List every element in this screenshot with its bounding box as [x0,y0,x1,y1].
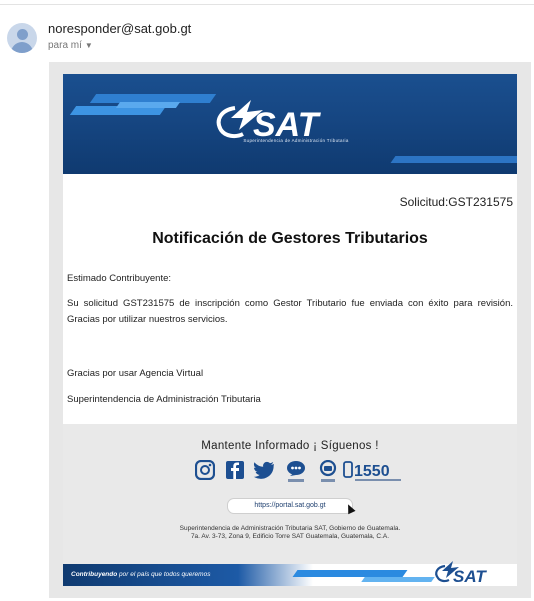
chatbot-icon[interactable] [285,460,307,484]
follow-us-text: Mantente Informado ¡ Síguenos ! [201,440,379,452]
slogan-band: Contribuyendo por el país que todos quer… [63,564,313,586]
sender-address: noresponder@sat.gob.gt [48,21,192,36]
phone-1550-icon[interactable]: 1550 [343,460,405,484]
header-banner: SAT Superintendencia de Administración T… [63,74,517,174]
recipient-label: para mí [48,40,82,51]
recipient-toggle[interactable]: para mí ▼ [48,40,93,51]
instagram-icon[interactable] [195,460,215,480]
avatar-body [11,42,33,53]
slogan-rest: por el país que todos queremos [117,571,211,578]
logo-text-small: SAT [453,567,487,586]
sat-logo-small: SAT [435,561,487,586]
org-text: Superintendencia de Administración Tribu… [67,394,261,405]
address-line-2: 7a. Av. 3-73, Zona 9, Edificio Torre SAT… [190,533,390,540]
avatar-head [17,29,28,40]
slogan-bold: Contribuyendo [71,571,118,578]
banner-stripe [115,102,181,108]
logo-subtitle: Superintendencia de Administración Tribu… [243,138,349,143]
address-block: Superintendencia de Administración Tribu… [63,525,517,541]
footer-bottom-bar: Contribuyendo por el país que todos quer… [63,561,517,586]
email-body: SAT Superintendencia de Administración T… [63,74,517,586]
phone-number: 1550 [354,463,390,480]
thanks-text: Gracias por usar Agencia Virtual [67,368,204,379]
greeting-text: Estimado Contribuyente: [67,273,172,284]
slogan-text: Contribuyendo por el país que todos quer… [71,571,210,578]
message-text: Su solicitud GST231575 de inscripción co… [67,298,513,325]
sat-logo: SAT [216,100,322,144]
footer: Mantente Informado ¡ Síguenos ! 1550 htt… [63,424,517,564]
twitter-icon[interactable] [253,460,275,480]
address-line-1: Superintendencia de Administración Tribu… [179,525,401,532]
notification-title: Notificación de Gestores Tributarios [152,230,428,247]
top-divider [0,4,534,5]
solicitud-number: Solicitud:GST231575 [399,195,513,209]
footer-stripe [361,577,435,582]
tech-icon[interactable] [317,460,339,484]
footer-stripe [292,570,408,577]
portal-link[interactable]: https://portal.sat.gob.gt [227,498,353,514]
avatar[interactable] [7,23,37,53]
chevron-down-icon[interactable]: ▼ [85,41,93,50]
facebook-icon[interactable] [225,460,245,480]
banner-stripe [390,156,517,163]
